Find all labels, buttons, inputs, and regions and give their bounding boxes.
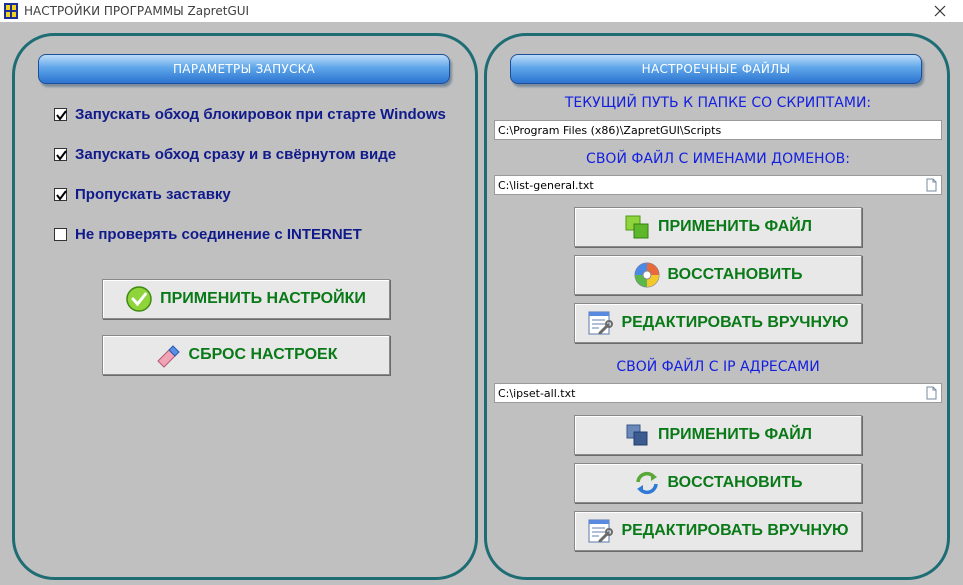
checkbox[interactable] [54,227,67,241]
ip-apply-file-label: ПРИМЕНИТЬ ФАЙЛ [658,426,812,443]
domains-apply-file-button[interactable]: ПРИМЕНИТЬ ФАЙЛ [574,207,862,247]
wrench-list-icon [588,311,614,335]
domains-file-label: СВОЙ ФАЙЛ С ИМЕНАМИ ДОМЕНОВ: [586,151,850,167]
scripts-path-field: C:\Program Files (x86)\ZapretGUI\Scripts [494,120,942,140]
blue-squares-icon [626,424,648,446]
check-mark-icon [56,189,67,201]
checkbox[interactable] [54,187,67,201]
domains-edit-manually-button[interactable]: РЕДАКТИРОВАТЬ ВРУЧНУЮ [574,303,862,343]
app-icon [4,3,18,19]
ip-apply-file-button[interactable]: ПРИМЕНИТЬ ФАЙЛ [574,415,862,455]
disc-icon [634,262,660,288]
ip-file-field[interactable]: C:\ipset-all.txt [494,383,942,403]
document-icon[interactable] [926,178,937,192]
checkbox-label: Пропускать заставку [75,185,231,203]
title-bar: НАСТРОЙКИ ПРОГРАММЫ ZapretGUI [0,0,963,22]
startup-header: ПАРАМЕТРЫ ЗАПУСКА [38,54,450,84]
ip-file-label: СВОЙ ФАЙЛ С IP АДРЕСАМИ [616,359,820,375]
checkbox-label: Не проверять соединение с INTERNET [75,225,362,243]
reset-settings-label: СБРОС НАСТРОЕК [188,346,338,363]
checkbox-label: Запускать обход сразу и в свёрнутом виде [75,145,397,163]
scripts-path-value: C:\Program Files (x86)\ZapretGUI\Scripts [498,124,722,137]
close-icon [934,5,946,17]
check-mark-icon [56,149,67,161]
checkbox-start-minimized[interactable]: Запускать обход сразу и в свёрнутом виде [54,145,396,163]
apply-settings-label: ПРИМЕНИТЬ НАСТРОЙКИ [160,290,366,307]
checkbox[interactable] [54,147,67,161]
refresh-arrows-icon [635,471,658,495]
check-circle-icon [126,286,152,312]
wrench-list-icon [588,519,614,543]
domains-file-value: C:\list-general.txt [498,179,594,192]
scripts-path-label: ТЕКУЩИЙ ПУТЬ К ПАПКЕ СО СКРИПТАМИ: [564,95,872,111]
green-squares-icon [625,215,649,239]
eraser-icon [156,345,180,368]
checkbox-label: Запускать обход блокировок при старте Wi… [75,105,446,123]
checkbox[interactable] [54,107,67,121]
document-icon[interactable] [926,386,937,400]
reset-settings-button[interactable]: СБРОС НАСТРОЕК [102,335,390,375]
apply-settings-button[interactable]: ПРИМЕНИТЬ НАСТРОЙКИ [102,279,390,319]
ip-file-value: C:\ipset-all.txt [498,387,576,400]
ip-restore-label: ВОССТАНОВИТЬ [667,474,803,491]
domains-restore-label: ВОССТАНОВИТЬ [667,266,803,283]
domains-edit-manually-label: РЕДАКТИРОВАТЬ ВРУЧНУЮ [621,314,849,331]
checkbox-skip-internet-check[interactable]: Не проверять соединение с INTERNET [54,225,362,243]
check-mark-icon [56,109,67,121]
domains-restore-button[interactable]: ВОССТАНОВИТЬ [574,255,862,295]
ip-edit-manually-label: РЕДАКТИРОВАТЬ ВРУЧНУЮ [621,522,849,539]
domains-apply-file-label: ПРИМЕНИТЬ ФАЙЛ [658,218,812,235]
close-button[interactable] [917,0,963,22]
config-files-header: НАСТРОЕЧНЫЕ ФАЙЛЫ [510,54,922,84]
ip-restore-button[interactable]: ВОССТАНОВИТЬ [574,463,862,503]
checkbox-skip-splash[interactable]: Пропускать заставку [54,185,231,203]
window-title: НАСТРОЙКИ ПРОГРАММЫ ZapretGUI [24,4,250,18]
domains-file-field[interactable]: C:\list-general.txt [494,175,942,195]
ip-edit-manually-button[interactable]: РЕДАКТИРОВАТЬ ВРУЧНУЮ [574,511,862,551]
checkbox-start-with-windows[interactable]: Запускать обход блокировок при старте Wi… [54,105,446,123]
